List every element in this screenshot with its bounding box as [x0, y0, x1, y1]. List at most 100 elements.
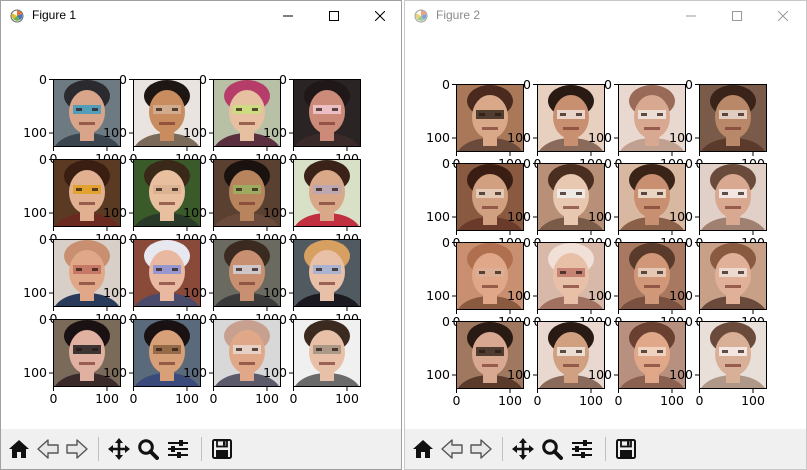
forward-button[interactable]	[467, 434, 495, 464]
y-tick-label: 100	[23, 365, 47, 380]
window-title: Figure 1	[32, 8, 77, 22]
zoom-button[interactable]	[134, 434, 162, 464]
zoom-icon	[542, 439, 563, 460]
y-tick-label: 100	[588, 209, 612, 224]
y-tick-label: 100	[263, 365, 287, 380]
zoom-icon	[138, 439, 159, 460]
y-tick-label: 100	[23, 205, 47, 220]
y-tick-label: 0	[604, 235, 612, 250]
x-tick-label: 0	[210, 391, 218, 406]
figure-canvas[interactable]: 0 100 0 100 0 100 0 100 0 100 0 100 0 100 0 100 0 100 0 100…	[1, 31, 401, 431]
close-button[interactable]	[760, 1, 806, 31]
x-tick-label: 0	[290, 391, 298, 406]
close-button[interactable]	[357, 1, 401, 31]
back-arrow-icon	[37, 439, 59, 459]
y-tick-label: 100	[588, 367, 612, 382]
y-tick-label: 100	[507, 367, 531, 382]
figure-canvas[interactable]: 0 100 0 100 0 100 0 100 0 100 0 100 0 100 0 100 0 100 0 100…	[405, 31, 806, 431]
configure-subplots-button[interactable]	[164, 434, 192, 464]
y-tick-label: 100	[23, 285, 47, 300]
x-tick-label: 0	[453, 393, 461, 408]
back-arrow-icon	[441, 439, 463, 459]
maximize-icon	[732, 11, 742, 21]
x-tick-label: 0	[130, 391, 138, 406]
y-tick-label: 0	[119, 232, 127, 247]
title-bar[interactable]: Figure 2	[405, 1, 806, 31]
y-tick-label: 100	[263, 285, 287, 300]
y-tick-label: 0	[685, 77, 693, 92]
minimize-button[interactable]	[265, 1, 311, 31]
configure-subplots-button[interactable]	[568, 434, 596, 464]
y-tick-label: 0	[523, 235, 531, 250]
maximize-button[interactable]	[311, 1, 357, 31]
x-tick-label: 100	[498, 393, 522, 408]
y-tick-label: 100	[103, 125, 127, 140]
pan-button[interactable]	[509, 434, 537, 464]
subplot-grid: 0100010001000100010001000100010001000100…	[23, 72, 361, 406]
y-tick-label: 0	[604, 77, 612, 92]
x-tick-label: 0	[534, 393, 542, 408]
y-tick-label: 0	[685, 314, 693, 329]
y-tick-label: 100	[183, 205, 207, 220]
y-tick-label: 100	[507, 130, 531, 145]
y-tick-label: 100	[588, 288, 612, 303]
y-tick-label: 100	[588, 130, 612, 145]
y-tick-label: 0	[685, 156, 693, 171]
y-tick-label: 0	[604, 314, 612, 329]
back-button[interactable]	[438, 434, 466, 464]
y-tick-label: 0	[279, 72, 287, 87]
y-tick-label: 0	[199, 312, 207, 327]
y-tick-label: 0	[523, 156, 531, 171]
y-tick-label: 0	[604, 156, 612, 171]
matplotlib-logo-icon	[414, 9, 428, 23]
zoom-button[interactable]	[538, 434, 566, 464]
y-tick-label: 0	[119, 312, 127, 327]
subplot-1: 01000100	[426, 77, 524, 171]
y-tick-label: 100	[23, 125, 47, 140]
navigation-toolbar	[405, 429, 806, 469]
minimize-button[interactable]	[668, 1, 714, 31]
y-tick-label: 0	[199, 152, 207, 167]
matplotlib-logo-icon	[10, 9, 24, 23]
y-tick-label: 100	[669, 130, 693, 145]
y-tick-label: 0	[685, 235, 693, 250]
x-tick-label: 0	[50, 391, 58, 406]
y-tick-label: 100	[103, 205, 127, 220]
subplot-13: 01000 100	[426, 314, 524, 408]
y-tick-label: 0	[279, 232, 287, 247]
y-tick-label: 0	[119, 152, 127, 167]
home-button[interactable]	[5, 434, 33, 464]
toolbar-separator	[201, 437, 202, 461]
x-tick-label: 100	[741, 393, 765, 408]
y-tick-label: 0	[279, 152, 287, 167]
pan-icon	[108, 438, 130, 460]
subplot-5: 01000100	[23, 152, 121, 246]
y-tick-label: 100	[669, 367, 693, 382]
back-button[interactable]	[34, 434, 62, 464]
maximize-button[interactable]	[714, 1, 760, 31]
y-tick-label: 0	[523, 314, 531, 329]
pan-button[interactable]	[105, 434, 133, 464]
y-tick-label: 0	[39, 232, 47, 247]
save-button[interactable]	[612, 434, 640, 464]
forward-arrow-icon	[470, 439, 492, 459]
y-tick-label: 0	[199, 72, 207, 87]
subplot-grid: 0100010001000100010001000100010001000100…	[426, 77, 767, 408]
close-icon	[375, 11, 385, 21]
subplot-1: 01000100	[23, 72, 121, 166]
close-icon	[778, 11, 788, 21]
y-tick-label: 0	[442, 77, 450, 92]
save-button[interactable]	[208, 434, 236, 464]
forward-button[interactable]	[63, 434, 91, 464]
figure-2-window: Figure 2 0 100 0 100 0 100 0 100 0 100 0 100 0 100 0 10…	[404, 0, 807, 470]
forward-arrow-icon	[66, 439, 88, 459]
y-tick-label: 100	[263, 205, 287, 220]
x-tick-label: 100	[95, 391, 119, 406]
y-tick-label: 0	[39, 72, 47, 87]
y-tick-label: 0	[442, 156, 450, 171]
save-icon	[616, 439, 636, 459]
home-button[interactable]	[409, 434, 437, 464]
x-tick-label: 100	[175, 391, 199, 406]
title-bar[interactable]: Figure 1	[1, 1, 401, 31]
minimize-icon	[686, 15, 696, 17]
